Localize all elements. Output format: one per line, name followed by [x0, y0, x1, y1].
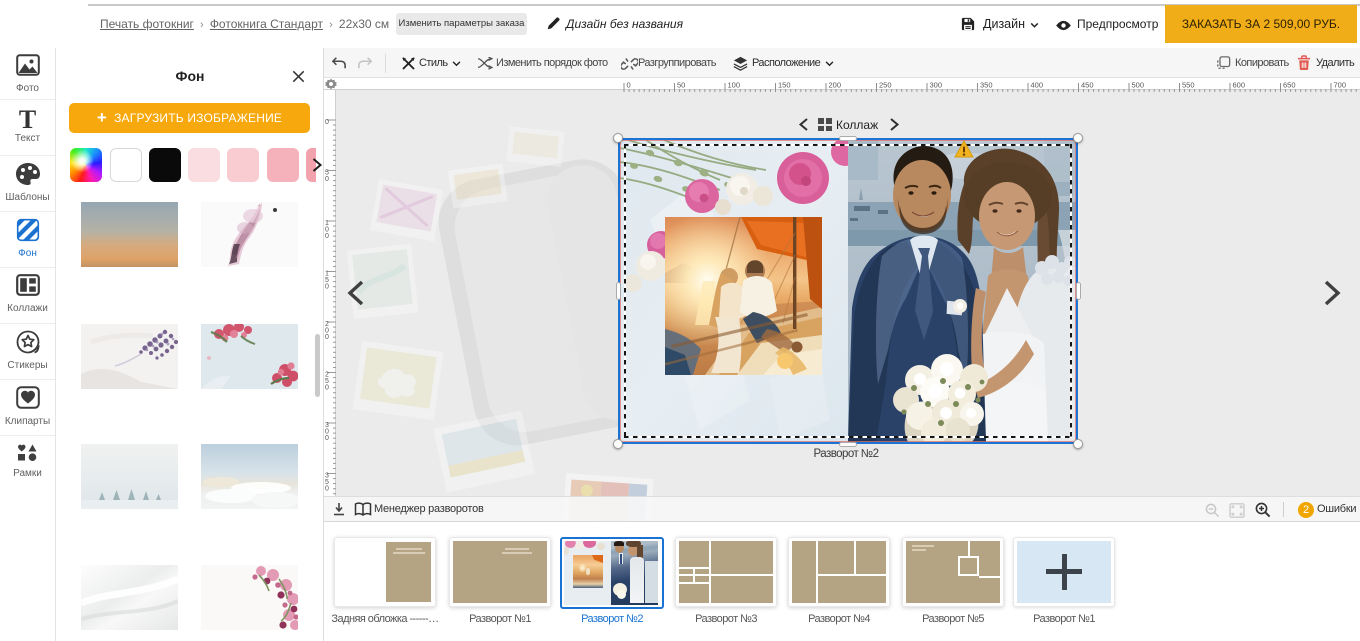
svg-text:450: 450 — [1081, 81, 1094, 90]
svg-text:200: 200 — [829, 81, 842, 90]
svg-text:500: 500 — [1132, 81, 1145, 90]
svg-text:650: 650 — [1283, 81, 1296, 90]
svg-text:0: 0 — [627, 81, 631, 90]
svg-text:150: 150 — [778, 81, 791, 90]
svg-text:0: 0 — [325, 485, 329, 492]
svg-text:300: 300 — [930, 81, 943, 90]
svg-text:700: 700 — [1334, 81, 1347, 90]
svg-text:550: 550 — [1182, 81, 1195, 90]
svg-text:400: 400 — [1031, 81, 1044, 90]
svg-text:0: 0 — [325, 334, 329, 341]
svg-text:0: 0 — [325, 119, 329, 126]
svg-text:100: 100 — [728, 81, 741, 90]
svg-text:0: 0 — [325, 384, 329, 391]
svg-text:600: 600 — [1233, 81, 1246, 90]
svg-text:0: 0 — [325, 283, 329, 290]
svg-text:250: 250 — [879, 81, 892, 90]
svg-text:0: 0 — [325, 435, 329, 442]
svg-text:0: 0 — [325, 176, 329, 183]
svg-text:350: 350 — [980, 81, 993, 90]
svg-text:0: 0 — [325, 233, 329, 240]
svg-text:50: 50 — [677, 81, 685, 90]
